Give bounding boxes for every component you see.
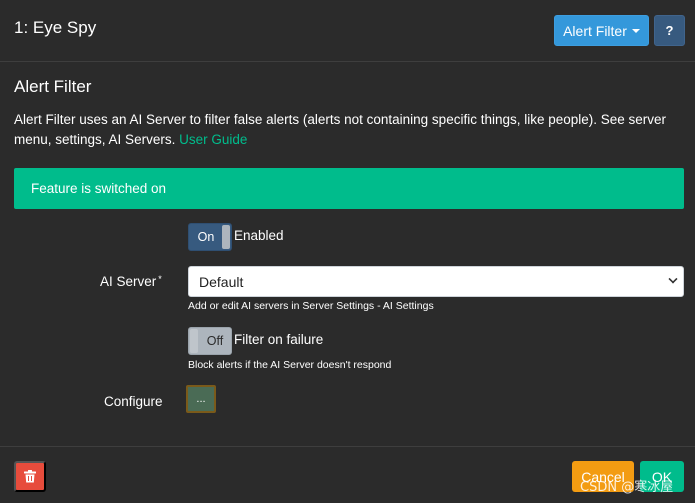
- modal-title: 1: Eye Spy: [14, 18, 97, 37]
- ai-server-select[interactable]: Default: [188, 266, 684, 297]
- ai-server-label-text: AI Server: [100, 274, 157, 289]
- ai-server-selected-value: Default: [199, 273, 244, 290]
- caret-down-icon: [631, 29, 640, 33]
- user-guide-link[interactable]: User Guide: [179, 132, 247, 147]
- help-button[interactable]: ?: [654, 15, 685, 46]
- filter-on-failure-label: Filter on failure: [234, 332, 324, 347]
- trash-icon: [24, 470, 36, 483]
- configure-label: Configure: [104, 394, 163, 409]
- enabled-label: Enabled: [234, 228, 284, 243]
- toggle-knob: [190, 329, 198, 353]
- configure-button[interactable]: ...: [186, 385, 216, 413]
- chevron-down-icon: [668, 274, 678, 284]
- section-description: Alert Filter uses an AI Server to filter…: [14, 110, 686, 150]
- filter-on-failure-state: Off: [206, 334, 224, 348]
- modal-header: 1: Eye Spy Alert Filter ?: [0, 0, 695, 62]
- section-title: Alert Filter: [14, 77, 92, 96]
- alert-filter-dropdown-button[interactable]: Alert Filter: [554, 15, 649, 46]
- filter-on-failure-help-text: Block alerts if the AI Server doesn't re…: [188, 359, 392, 371]
- ai-server-label: AI Server *: [100, 274, 162, 289]
- feature-status-banner: Feature is switched on: [14, 168, 684, 209]
- watermark: CSDN @寒冰屋: [580, 480, 674, 495]
- required-mark: *: [158, 274, 162, 284]
- ai-server-help-text: Add or edit AI servers in Server Setting…: [188, 300, 434, 312]
- enabled-toggle[interactable]: On: [188, 223, 232, 251]
- toggle-knob: [222, 225, 230, 249]
- enabled-toggle-state: On: [197, 230, 215, 244]
- alert-filter-button-label: Alert Filter: [563, 22, 627, 39]
- filter-on-failure-toggle[interactable]: Off: [188, 327, 232, 355]
- description-text: Alert Filter uses an AI Server to filter…: [14, 112, 667, 147]
- delete-button[interactable]: [14, 461, 46, 492]
